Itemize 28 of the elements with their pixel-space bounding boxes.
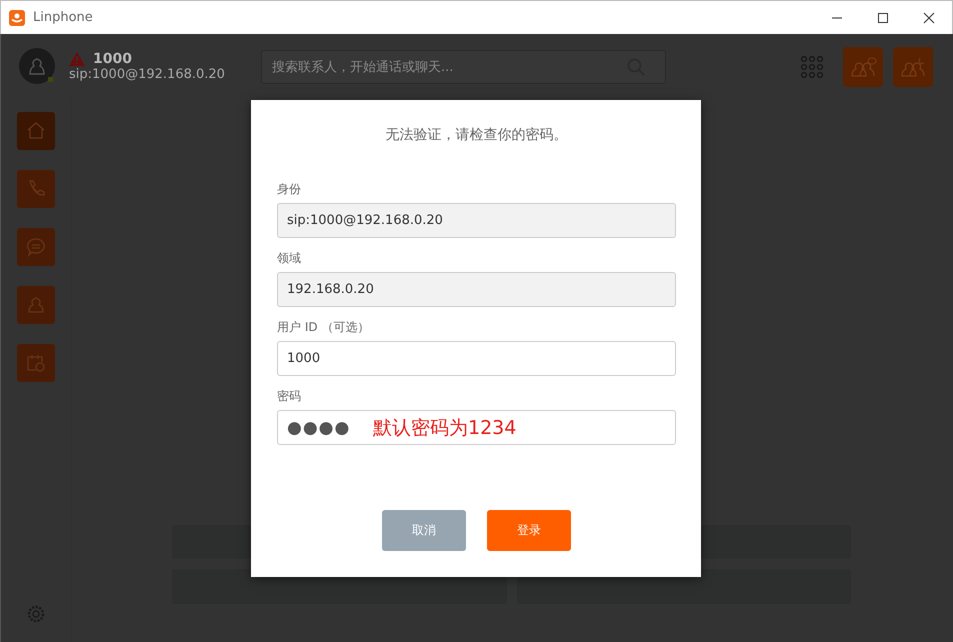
field-label: 密码 [277, 389, 302, 403]
password-field[interactable]: ●●●● 默认密码为1234 [277, 410, 676, 445]
input-field[interactable]: 1000 [277, 341, 676, 376]
input-field[interactable]: 192.168.0.20 [277, 272, 676, 307]
error-message: 无法验证，请检查你的密码。 [384, 126, 568, 144]
chat-bubble-nav-button[interactable] [17, 228, 55, 266]
dialpad-icon[interactable] [801, 56, 823, 78]
close-icon [923, 12, 935, 24]
window-title: Linphone [33, 10, 93, 25]
group-chat-button[interactable] [843, 46, 883, 86]
contact-nav-button[interactable] [17, 286, 55, 324]
maximize-icon [877, 12, 889, 24]
group-call-button[interactable] [893, 46, 933, 86]
settings-icon[interactable] [26, 604, 46, 624]
input-field[interactable]: sip:1000@192.168.0.20 [277, 203, 676, 238]
field-label: 领域 [277, 251, 302, 265]
home-nav-button[interactable] [17, 112, 55, 150]
account-address: sip:1000@192.168.0.20 [69, 67, 226, 82]
group-call-icon [899, 56, 927, 78]
group-chat-icon [849, 56, 877, 78]
app-logo-icon [9, 10, 25, 26]
annotation-note: 默认密码为1234 [373, 416, 516, 441]
phone-nav-button[interactable] [17, 170, 55, 208]
field-label: 用户 ID （可选） [277, 320, 370, 334]
avatar-icon[interactable] [19, 48, 57, 86]
calendar-clock-nav-button[interactable] [17, 344, 55, 382]
field-label: 身份 [277, 182, 302, 196]
account-name: 1000 [93, 51, 132, 67]
